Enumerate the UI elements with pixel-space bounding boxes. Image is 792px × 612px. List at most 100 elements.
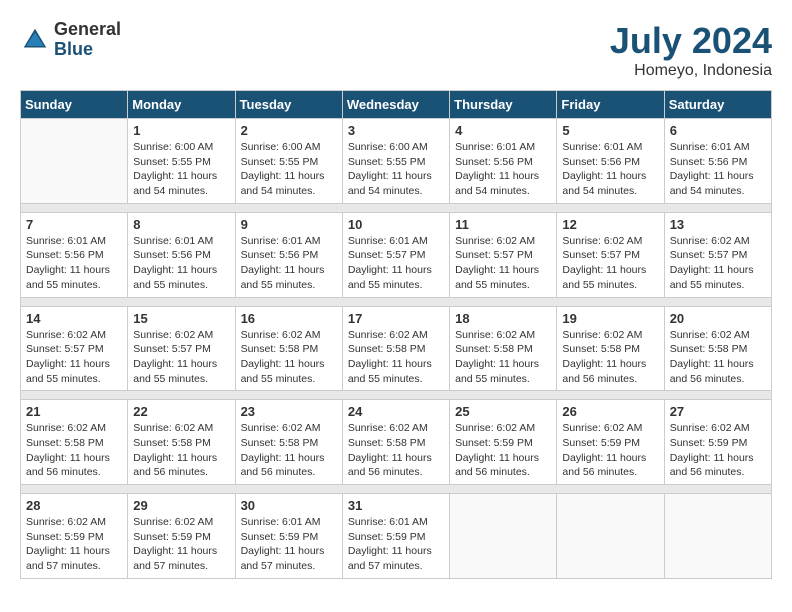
day-number: 12 [562,217,658,232]
calendar-week-row: 1 Sunrise: 6:00 AMSunset: 5:55 PMDaylight… [21,119,772,204]
day-info: Sunrise: 6:01 AMSunset: 5:56 PMDaylight:… [241,234,337,293]
day-number: 23 [241,404,337,419]
day-info: Sunrise: 6:02 AMSunset: 5:58 PMDaylight:… [348,421,444,480]
calendar-cell: 25Sunrise: 6:02 AMSunset: 5:59 PMDayligh… [450,400,557,485]
day-info: Sunrise: 6:00 AMSunset: 5:55 PMDaylight:… [241,140,337,199]
calendar-cell: 7Sunrise: 6:01 AMSunset: 5:56 PMDaylight… [21,212,128,297]
day-info: Sunrise: 6:02 AMSunset: 5:58 PMDaylight:… [241,328,337,387]
day-number: 13 [670,217,766,232]
calendar-week-row: 14Sunrise: 6:02 AMSunset: 5:57 PMDayligh… [21,306,772,391]
day-info: Sunrise: 6:01 AMSunset: 5:56 PMDaylight:… [455,140,551,199]
day-number: 29 [133,498,229,513]
day-number: 11 [455,217,551,232]
day-info: Sunrise: 6:02 AMSunset: 5:59 PMDaylight:… [26,515,122,574]
calendar-cell: 28 Sunrise: 6:02 AMSunset: 5:59 PMDayligh… [21,494,128,579]
day-number: 16 [241,311,337,326]
day-info: Sunrise: 6:02 AMSunset: 5:59 PMDaylight:… [562,421,658,480]
day-info: Sunrise: 6:00 AMSunset: 5:55 PMDaylight:… [348,140,444,199]
page-header: General Blue July 2024 Homeyo, Indonesia [20,20,772,80]
header-friday: Friday [557,91,664,119]
calendar-cell: 3 Sunrise: 6:00 AMSunset: 5:55 PMDaylight… [342,119,449,204]
day-info: Sunrise: 6:02 AMSunset: 5:57 PMDaylight:… [562,234,658,293]
day-number: 2 [241,123,337,138]
calendar-cell [21,119,128,204]
day-info: Sunrise: 6:02 AMSunset: 5:57 PMDaylight:… [133,328,229,387]
day-info: Sunrise: 6:01 AMSunset: 5:59 PMDaylight:… [348,515,444,574]
day-number: 10 [348,217,444,232]
calendar-cell: 13 Sunrise: 6:02 AMSunset: 5:57 PMDayligh… [664,212,771,297]
day-info: Sunrise: 6:02 AMSunset: 5:58 PMDaylight:… [26,421,122,480]
calendar-cell: 30Sunrise: 6:01 AMSunset: 5:59 PMDayligh… [235,494,342,579]
logo-text: General Blue [54,20,121,60]
day-number: 8 [133,217,229,232]
day-info: Sunrise: 6:01 AMSunset: 5:57 PMDaylight:… [348,234,444,293]
day-number: 9 [241,217,337,232]
calendar-week-row: 28 Sunrise: 6:02 AMSunset: 5:59 PMDayligh… [21,494,772,579]
week-separator [21,297,772,306]
calendar-cell: 16 Sunrise: 6:02 AMSunset: 5:58 PMDayligh… [235,306,342,391]
day-info: Sunrise: 6:02 AMSunset: 5:58 PMDaylight:… [670,328,766,387]
calendar-cell: 12 Sunrise: 6:02 AMSunset: 5:57 PMDayligh… [557,212,664,297]
day-info: Sunrise: 6:01 AMSunset: 5:56 PMDaylight:… [562,140,658,199]
day-info: Sunrise: 6:02 AMSunset: 5:58 PMDaylight:… [562,328,658,387]
day-info: Sunrise: 6:00 AMSunset: 5:55 PMDaylight:… [133,140,229,199]
calendar-cell: 15 Sunrise: 6:02 AMSunset: 5:57 PMDayligh… [128,306,235,391]
month-year-title: July 2024 [610,20,772,62]
day-info: Sunrise: 6:02 AMSunset: 5:57 PMDaylight:… [26,328,122,387]
calendar-cell: 22Sunrise: 6:02 AMSunset: 5:58 PMDayligh… [128,400,235,485]
calendar-cell: 19 Sunrise: 6:02 AMSunset: 5:58 PMDayligh… [557,306,664,391]
day-info: Sunrise: 6:02 AMSunset: 5:57 PMDaylight:… [670,234,766,293]
day-info: Sunrise: 6:01 AMSunset: 5:56 PMDaylight:… [26,234,122,293]
calendar-cell [557,494,664,579]
title-block: July 2024 Homeyo, Indonesia [610,20,772,80]
day-number: 19 [562,311,658,326]
calendar-cell: 8 Sunrise: 6:01 AMSunset: 5:56 PMDaylight… [128,212,235,297]
location-subtitle: Homeyo, Indonesia [610,62,772,80]
calendar-cell: 2 Sunrise: 6:00 AMSunset: 5:55 PMDaylight… [235,119,342,204]
calendar-cell: 27Sunrise: 6:02 AMSunset: 5:59 PMDayligh… [664,400,771,485]
header-saturday: Saturday [664,91,771,119]
day-number: 25 [455,404,551,419]
header-monday: Monday [128,91,235,119]
day-info: Sunrise: 6:02 AMSunset: 5:58 PMDaylight:… [133,421,229,480]
day-number: 28 [26,498,122,513]
day-info: Sunrise: 6:01 AMSunset: 5:56 PMDaylight:… [670,140,766,199]
calendar-cell: 6 Sunrise: 6:01 AMSunset: 5:56 PMDaylight… [664,119,771,204]
day-number: 26 [562,404,658,419]
calendar-cell: 26 Sunrise: 6:02 AMSunset: 5:59 PMDayligh… [557,400,664,485]
day-info: Sunrise: 6:02 AMSunset: 5:58 PMDaylight:… [455,328,551,387]
calendar-cell: 1 Sunrise: 6:00 AMSunset: 5:55 PMDaylight… [128,119,235,204]
day-number: 4 [455,123,551,138]
calendar-cell [450,494,557,579]
calendar-cell: 24Sunrise: 6:02 AMSunset: 5:58 PMDayligh… [342,400,449,485]
week-separator [21,485,772,494]
calendar-cell: 9 Sunrise: 6:01 AMSunset: 5:56 PMDaylight… [235,212,342,297]
calendar-cell: 10 Sunrise: 6:01 AMSunset: 5:57 PMDayligh… [342,212,449,297]
day-number: 6 [670,123,766,138]
header-thursday: Thursday [450,91,557,119]
calendar-header-row: SundayMondayTuesdayWednesdayThursdayFrid… [21,91,772,119]
day-info: Sunrise: 6:02 AMSunset: 5:59 PMDaylight:… [133,515,229,574]
calendar-cell: 21 Sunrise: 6:02 AMSunset: 5:58 PMDayligh… [21,400,128,485]
week-separator [21,203,772,212]
calendar-cell: 20 Sunrise: 6:02 AMSunset: 5:58 PMDayligh… [664,306,771,391]
day-number: 31 [348,498,444,513]
day-number: 15 [133,311,229,326]
day-number: 1 [133,123,229,138]
day-info: Sunrise: 6:02 AMSunset: 5:59 PMDaylight:… [670,421,766,480]
calendar-week-row: 7Sunrise: 6:01 AMSunset: 5:56 PMDaylight… [21,212,772,297]
calendar-cell [664,494,771,579]
day-info: Sunrise: 6:01 AMSunset: 5:56 PMDaylight:… [133,234,229,293]
header-wednesday: Wednesday [342,91,449,119]
calendar-cell: 18Sunrise: 6:02 AMSunset: 5:58 PMDayligh… [450,306,557,391]
day-number: 20 [670,311,766,326]
calendar-cell: 4 Sunrise: 6:01 AMSunset: 5:56 PMDaylight… [450,119,557,204]
calendar-cell: 14Sunrise: 6:02 AMSunset: 5:57 PMDayligh… [21,306,128,391]
calendar-cell: 17 Sunrise: 6:02 AMSunset: 5:58 PMDayligh… [342,306,449,391]
day-number: 3 [348,123,444,138]
day-number: 30 [241,498,337,513]
day-info: Sunrise: 6:02 AMSunset: 5:58 PMDaylight:… [241,421,337,480]
day-number: 21 [26,404,122,419]
day-number: 17 [348,311,444,326]
day-info: Sunrise: 6:02 AMSunset: 5:58 PMDaylight:… [348,328,444,387]
